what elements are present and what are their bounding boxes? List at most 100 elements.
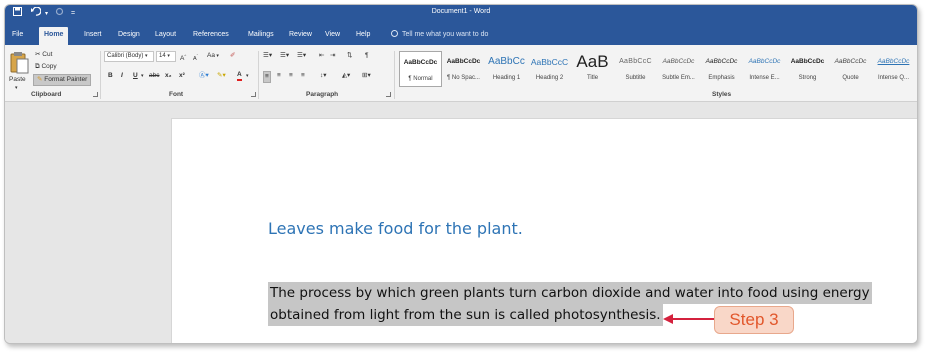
change-case-label: Aa bbox=[207, 52, 215, 59]
show-formatting-icon[interactable]: ¶ bbox=[365, 51, 369, 61]
italic-button[interactable]: I bbox=[121, 71, 123, 81]
clipboard-group-label: Clipboard bbox=[31, 91, 62, 98]
strikethrough-button[interactable]: abc bbox=[149, 71, 159, 81]
arrow-icon bbox=[663, 314, 715, 324]
tab-design[interactable]: Design bbox=[113, 29, 145, 45]
sort-icon[interactable]: ⇅ bbox=[347, 51, 352, 61]
copy-icon: ⧉ bbox=[35, 63, 40, 70]
clear-formatting-icon[interactable]: ✐ bbox=[230, 51, 235, 61]
chevron-down-icon: ▾ bbox=[214, 53, 219, 59]
tab-insert[interactable]: Insert bbox=[79, 29, 107, 45]
style-preview: AaBbCcDc bbox=[877, 58, 910, 65]
grow-font-icon[interactable]: A^ bbox=[180, 51, 186, 64]
increase-indent-icon[interactable]: ⇥ bbox=[330, 51, 335, 61]
tab-mailings[interactable]: Mailings bbox=[243, 29, 279, 45]
chevron-down-icon[interactable]: ▾ bbox=[246, 71, 249, 81]
align-left-icon[interactable]: ≡ bbox=[263, 71, 271, 83]
style-preview: AaBbCcDc bbox=[662, 58, 695, 65]
style-intense-emphasis[interactable]: AaBbCcDc Intense E... bbox=[743, 51, 786, 87]
document-page[interactable]: Leaves make food for the plant. The proc… bbox=[171, 118, 917, 343]
superscript-button[interactable]: x² bbox=[179, 71, 185, 81]
change-case-button[interactable]: Aa ▾ bbox=[207, 51, 219, 61]
styles-group-label: Styles bbox=[712, 91, 732, 98]
style-preview: AaBbCcDc bbox=[403, 59, 438, 66]
copy-label: Copy bbox=[41, 63, 57, 70]
font-size-value: 14 bbox=[159, 53, 166, 59]
ribbon-tabs: File Home Insert Design Layout Reference… bbox=[5, 23, 917, 45]
style-normal[interactable]: AaBbCcDc ¶ Normal bbox=[399, 51, 442, 87]
cut-label: Cut bbox=[42, 51, 53, 58]
chevron-down-icon: ▾ bbox=[145, 53, 148, 59]
window-title: Document1 - Word bbox=[431, 8, 491, 15]
shrink-font-icon[interactable]: Aˇ bbox=[193, 51, 198, 64]
align-right-icon[interactable]: ≡ bbox=[289, 71, 293, 81]
word-window: ▾ = Document1 - Word File Home Insert De… bbox=[4, 4, 918, 344]
line-spacing-icon[interactable]: ↕▾ bbox=[320, 71, 327, 81]
tab-help[interactable]: Help bbox=[351, 29, 375, 45]
bold-button[interactable]: B bbox=[108, 71, 113, 81]
tab-review[interactable]: Review bbox=[284, 29, 317, 45]
style-name: Intense Q... bbox=[877, 75, 910, 81]
font-name-select[interactable]: Calibri (Body) ▾ bbox=[104, 51, 154, 62]
brush-icon: ✎ bbox=[37, 76, 43, 83]
justify-icon[interactable]: ≡ bbox=[301, 71, 305, 81]
ribbon-home: Paste ▾ ✂ Cut ⧉ Copy ✎ Format Painter Cl… bbox=[5, 45, 917, 102]
style-emphasis[interactable]: AaBbCcDc Emphasis bbox=[700, 51, 743, 87]
underline-button[interactable]: U bbox=[133, 71, 138, 81]
tab-view[interactable]: View bbox=[320, 29, 345, 45]
style-no-spacing[interactable]: AaBbCcDc ¶ No Spac... bbox=[442, 51, 485, 87]
cut-button[interactable]: ✂ Cut bbox=[35, 50, 52, 60]
font-launcher-icon[interactable] bbox=[251, 92, 256, 97]
document-heading[interactable]: Leaves make food for the plant. bbox=[268, 219, 523, 238]
scissors-icon: ✂ bbox=[35, 51, 41, 58]
style-subtle-emphasis[interactable]: AaBbCcDc Subtle Em... bbox=[657, 51, 700, 87]
style-name: Emphasis bbox=[708, 75, 735, 81]
paste-dropdown-icon[interactable]: ▾ bbox=[15, 83, 18, 93]
clipboard-launcher-icon[interactable] bbox=[93, 92, 98, 97]
paragraph-launcher-icon[interactable] bbox=[386, 92, 391, 97]
style-intense-quote[interactable]: AaBbCcDc Intense Q... bbox=[872, 51, 915, 87]
font-size-select[interactable]: 14 ▾ bbox=[156, 51, 176, 62]
style-quote[interactable]: AaBbCcDc Quote bbox=[829, 51, 872, 87]
tab-layout[interactable]: Layout bbox=[150, 29, 181, 45]
text-effects-icon[interactable]: Ⓐ▾ bbox=[199, 71, 209, 81]
style-strong[interactable]: AaBbCcDc Strong bbox=[786, 51, 829, 87]
copy-button[interactable]: ⧉ Copy bbox=[35, 62, 57, 72]
font-name-value: Calibri (Body) bbox=[107, 53, 144, 59]
numbering-icon[interactable]: ☰▾ bbox=[280, 51, 289, 61]
style-name: Heading 2 bbox=[535, 75, 564, 81]
highlight-color-icon[interactable]: ✎▾ bbox=[217, 71, 226, 81]
tell-me-text: Tell me what you want to do bbox=[402, 31, 489, 38]
style-name: Heading 1 bbox=[492, 75, 521, 81]
bullets-icon[interactable]: ☰▾ bbox=[263, 51, 272, 61]
multilevel-list-icon[interactable]: ☰▾ bbox=[297, 51, 306, 61]
style-title[interactable]: AaB Title bbox=[571, 51, 614, 87]
format-painter-button[interactable]: ✎ Format Painter bbox=[33, 74, 92, 86]
style-preview: AaBbCcDc bbox=[834, 58, 867, 65]
borders-icon[interactable]: ⊞▾ bbox=[362, 71, 371, 81]
subscript-button[interactable]: x₂ bbox=[165, 71, 172, 81]
style-preview: AaBbCcDc bbox=[446, 58, 481, 65]
style-name: Subtle Em... bbox=[662, 75, 695, 81]
tab-file[interactable]: File bbox=[7, 29, 28, 45]
style-preview: AaBbCcDc bbox=[790, 58, 825, 65]
divider bbox=[100, 51, 101, 99]
step-label: Step 3 bbox=[714, 306, 794, 334]
style-name: ¶ No Spac... bbox=[447, 75, 480, 81]
tell-me-box[interactable]: Tell me what you want to do bbox=[391, 30, 488, 38]
format-painter-label: Format Painter bbox=[44, 76, 88, 83]
paste-icon[interactable] bbox=[9, 51, 29, 77]
style-subtitle[interactable]: AaBbCcC Subtitle bbox=[614, 51, 657, 87]
chevron-down-icon[interactable]: ▾ bbox=[141, 71, 144, 81]
style-preview: AaBbCcDc bbox=[705, 58, 738, 65]
shading-icon[interactable]: ◭▾ bbox=[342, 71, 350, 81]
tab-home[interactable]: Home bbox=[39, 27, 69, 45]
style-heading-1[interactable]: AaBbCc Heading 1 bbox=[485, 51, 528, 87]
decrease-indent-icon[interactable]: ⇤ bbox=[319, 51, 324, 61]
style-heading-2[interactable]: AaBbCcC Heading 2 bbox=[528, 51, 571, 87]
font-color-icon[interactable]: A bbox=[237, 71, 242, 81]
tab-references[interactable]: References bbox=[188, 29, 234, 45]
align-center-icon[interactable]: ≡ bbox=[277, 71, 281, 81]
style-preview: AaBbCcDc bbox=[748, 58, 781, 65]
style-preview: AaBbCcC bbox=[619, 58, 652, 65]
